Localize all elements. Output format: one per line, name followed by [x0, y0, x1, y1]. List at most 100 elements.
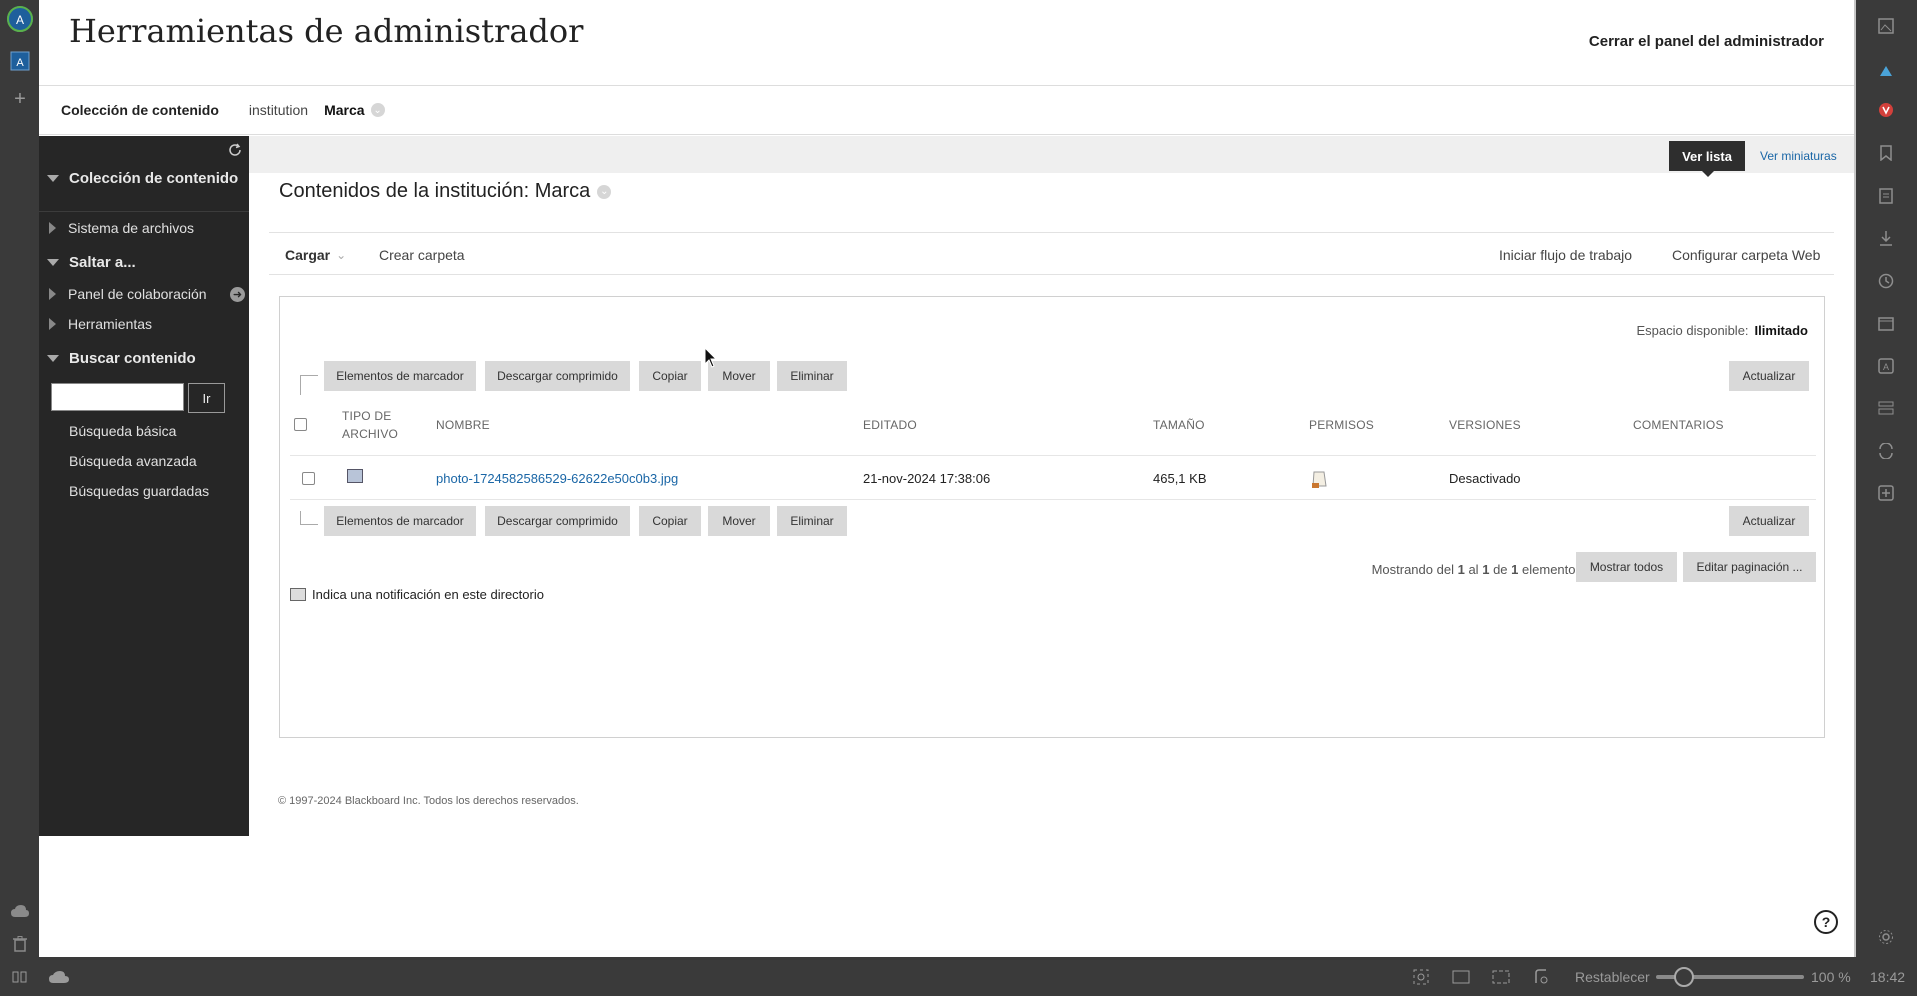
sidebar-section-collection[interactable]: Colección de contenido	[39, 170, 249, 187]
sync-icon[interactable]	[1875, 440, 1897, 462]
calendar-icon[interactable]	[1875, 312, 1897, 334]
sidebar-item-saved-searches[interactable]: Búsquedas guardadas	[69, 483, 209, 499]
column-header-line: TIPO DE	[342, 409, 392, 423]
column-header-file-type[interactable]: TIPO DE ARCHIVO	[342, 409, 398, 441]
zoom-level: 100 %	[1811, 968, 1851, 985]
divider	[39, 211, 249, 212]
refresh-icon[interactable]	[227, 142, 243, 158]
column-header-size[interactable]: TAMAÑO	[1153, 418, 1205, 432]
expand-icon	[49, 222, 56, 234]
column-header-edited[interactable]: EDITADO	[863, 418, 917, 432]
zoom-reset-button[interactable]: Restablecer	[1575, 957, 1650, 996]
download-zip-button[interactable]: Descargar comprimido	[485, 361, 630, 391]
gallery-icon[interactable]	[1875, 15, 1897, 37]
bookmark-button[interactable]: Elementos de marcador	[324, 506, 476, 536]
space-available: Espacio disponible: Ilimitado	[1637, 323, 1808, 338]
copy-button[interactable]: Copiar	[639, 361, 701, 391]
sidebar-section-label: Colección de contenido	[69, 170, 239, 187]
content-title: Contenidos de la institución: Marca ⌄	[279, 180, 612, 203]
upload-menu[interactable]: Cargar ⌄	[285, 233, 346, 276]
triangle-icon[interactable]	[1875, 60, 1897, 82]
sidebar-item-file-system[interactable]: Sistema de archivos	[39, 220, 249, 236]
webfolder-button[interactable]: Configurar carpeta Web	[1672, 233, 1820, 276]
refresh-button[interactable]: Actualizar	[1729, 506, 1809, 536]
start-workflow-button[interactable]: Iniciar flujo de trabajo	[1499, 233, 1632, 276]
capture-icon[interactable]	[1413, 957, 1429, 996]
column-header-versions: VERSIONES	[1449, 418, 1521, 432]
delete-button[interactable]: Eliminar	[777, 361, 847, 391]
show-all-button[interactable]: Mostrar todos	[1576, 552, 1677, 582]
bookmark-button[interactable]: Elementos de marcador	[324, 361, 476, 391]
notification-legend: Indica una notificación en este director…	[290, 587, 544, 602]
trash-icon[interactable]	[9, 933, 31, 955]
panel-toggle-icon[interactable]	[12, 957, 28, 996]
space-value: Ilimitado	[1754, 323, 1808, 338]
cloud-icon[interactable]	[48, 957, 70, 996]
select-all-checkbox[interactable]	[294, 418, 307, 431]
copy-button[interactable]: Copiar	[639, 506, 701, 536]
close-admin-panel-link[interactable]: Cerrar el panel del administrador	[1589, 33, 1824, 50]
add-panel-icon[interactable]	[1875, 482, 1897, 504]
pagination-status: Mostrando del 1 al 1 de 1 elementos	[1372, 562, 1582, 577]
delete-button[interactable]: Eliminar	[777, 506, 847, 536]
stack-icon[interactable]	[1875, 397, 1897, 419]
refresh-button[interactable]: Actualizar	[1729, 361, 1809, 391]
sidebar-section-search[interactable]: Buscar contenido	[39, 350, 249, 367]
upload-label: Cargar	[285, 246, 331, 263]
shield-icon[interactable]	[1875, 99, 1897, 121]
arrow-right-icon[interactable]: ➜	[230, 286, 245, 302]
sidebar-item-label: Herramientas	[68, 316, 153, 332]
edit-paging-button[interactable]: Editar paginación ...	[1683, 552, 1816, 582]
svg-text:A: A	[16, 13, 24, 27]
download-icon[interactable]	[1875, 227, 1897, 249]
settings-icon[interactable]	[1875, 926, 1897, 948]
page-actions-icon[interactable]	[1533, 957, 1549, 996]
page-title: Herramientas de administrador	[69, 12, 584, 50]
column-header-name[interactable]: NOMBRE	[436, 418, 490, 432]
file-name-link[interactable]: photo-1724582586529-62622e50c0b3.jpg	[436, 471, 678, 486]
pager-from: 1	[1457, 562, 1465, 577]
breadcrumb-root[interactable]: Colección de contenido	[61, 102, 219, 118]
chevron-down-icon[interactable]: ⌄	[370, 103, 385, 117]
footer-copyright: © 1997-2024 Blackboard Inc. Todos los de…	[278, 795, 579, 807]
window-icon[interactable]	[1452, 957, 1470, 996]
sidebar-item-collab-panel[interactable]: Panel de colaboración ➜	[39, 286, 249, 302]
file-versions: Desactivado	[1449, 471, 1521, 486]
translate-icon[interactable]: A	[1875, 355, 1897, 377]
breadcrumb-institution[interactable]: institution	[249, 102, 308, 118]
view-thumbnails-link[interactable]: Ver miniaturas	[1760, 149, 1837, 163]
browser-left-panel: A A +	[0, 0, 39, 957]
app-avatar-icon[interactable]: A	[7, 6, 33, 32]
divider	[290, 499, 1816, 500]
create-folder-button[interactable]: Crear carpeta	[379, 233, 465, 276]
chevron-down-icon[interactable]: ⌄	[597, 184, 612, 199]
sidebar-item-label: Sistema de archivos	[68, 220, 195, 236]
view-list-button[interactable]: Ver lista	[1669, 141, 1745, 177]
row-checkbox[interactable]	[302, 472, 315, 485]
sidebar-item-tools[interactable]: Herramientas	[39, 316, 249, 332]
download-zip-button[interactable]: Descargar comprimido	[485, 506, 630, 536]
add-tab-icon[interactable]: +	[9, 88, 31, 110]
cloud-icon[interactable]	[9, 900, 31, 922]
help-icon[interactable]: ?	[1814, 910, 1838, 934]
space-label: Espacio disponible:	[1636, 323, 1749, 338]
breadcrumb: Colección de contenido institution Marca…	[39, 86, 1854, 135]
move-button[interactable]: Mover	[708, 506, 770, 536]
sidebar-item-advanced-search[interactable]: Búsqueda avanzada	[69, 453, 197, 469]
notes-icon[interactable]	[1875, 185, 1897, 207]
pager-total: 1	[1511, 562, 1519, 577]
search-input[interactable]	[51, 383, 184, 411]
zoom-slider-handle[interactable]	[1674, 967, 1694, 987]
expand-icon	[49, 288, 56, 300]
tile-icon[interactable]	[1492, 957, 1510, 996]
permissions-icon[interactable]	[1310, 469, 1328, 488]
sidebar-item-basic-search[interactable]: Búsqueda básica	[69, 423, 176, 439]
bookmark-icon[interactable]	[1875, 142, 1897, 164]
content-title-text: Contenidos de la institución: Marca	[279, 180, 591, 202]
workspace-tab-icon[interactable]: A	[7, 48, 33, 74]
sidebar-section-jump[interactable]: Saltar a...	[39, 254, 249, 271]
history-icon[interactable]	[1875, 270, 1897, 292]
search-go-button[interactable]: Ir	[188, 383, 225, 413]
view-toolbar	[249, 136, 1854, 173]
file-size: 465,1 KB	[1153, 471, 1207, 486]
